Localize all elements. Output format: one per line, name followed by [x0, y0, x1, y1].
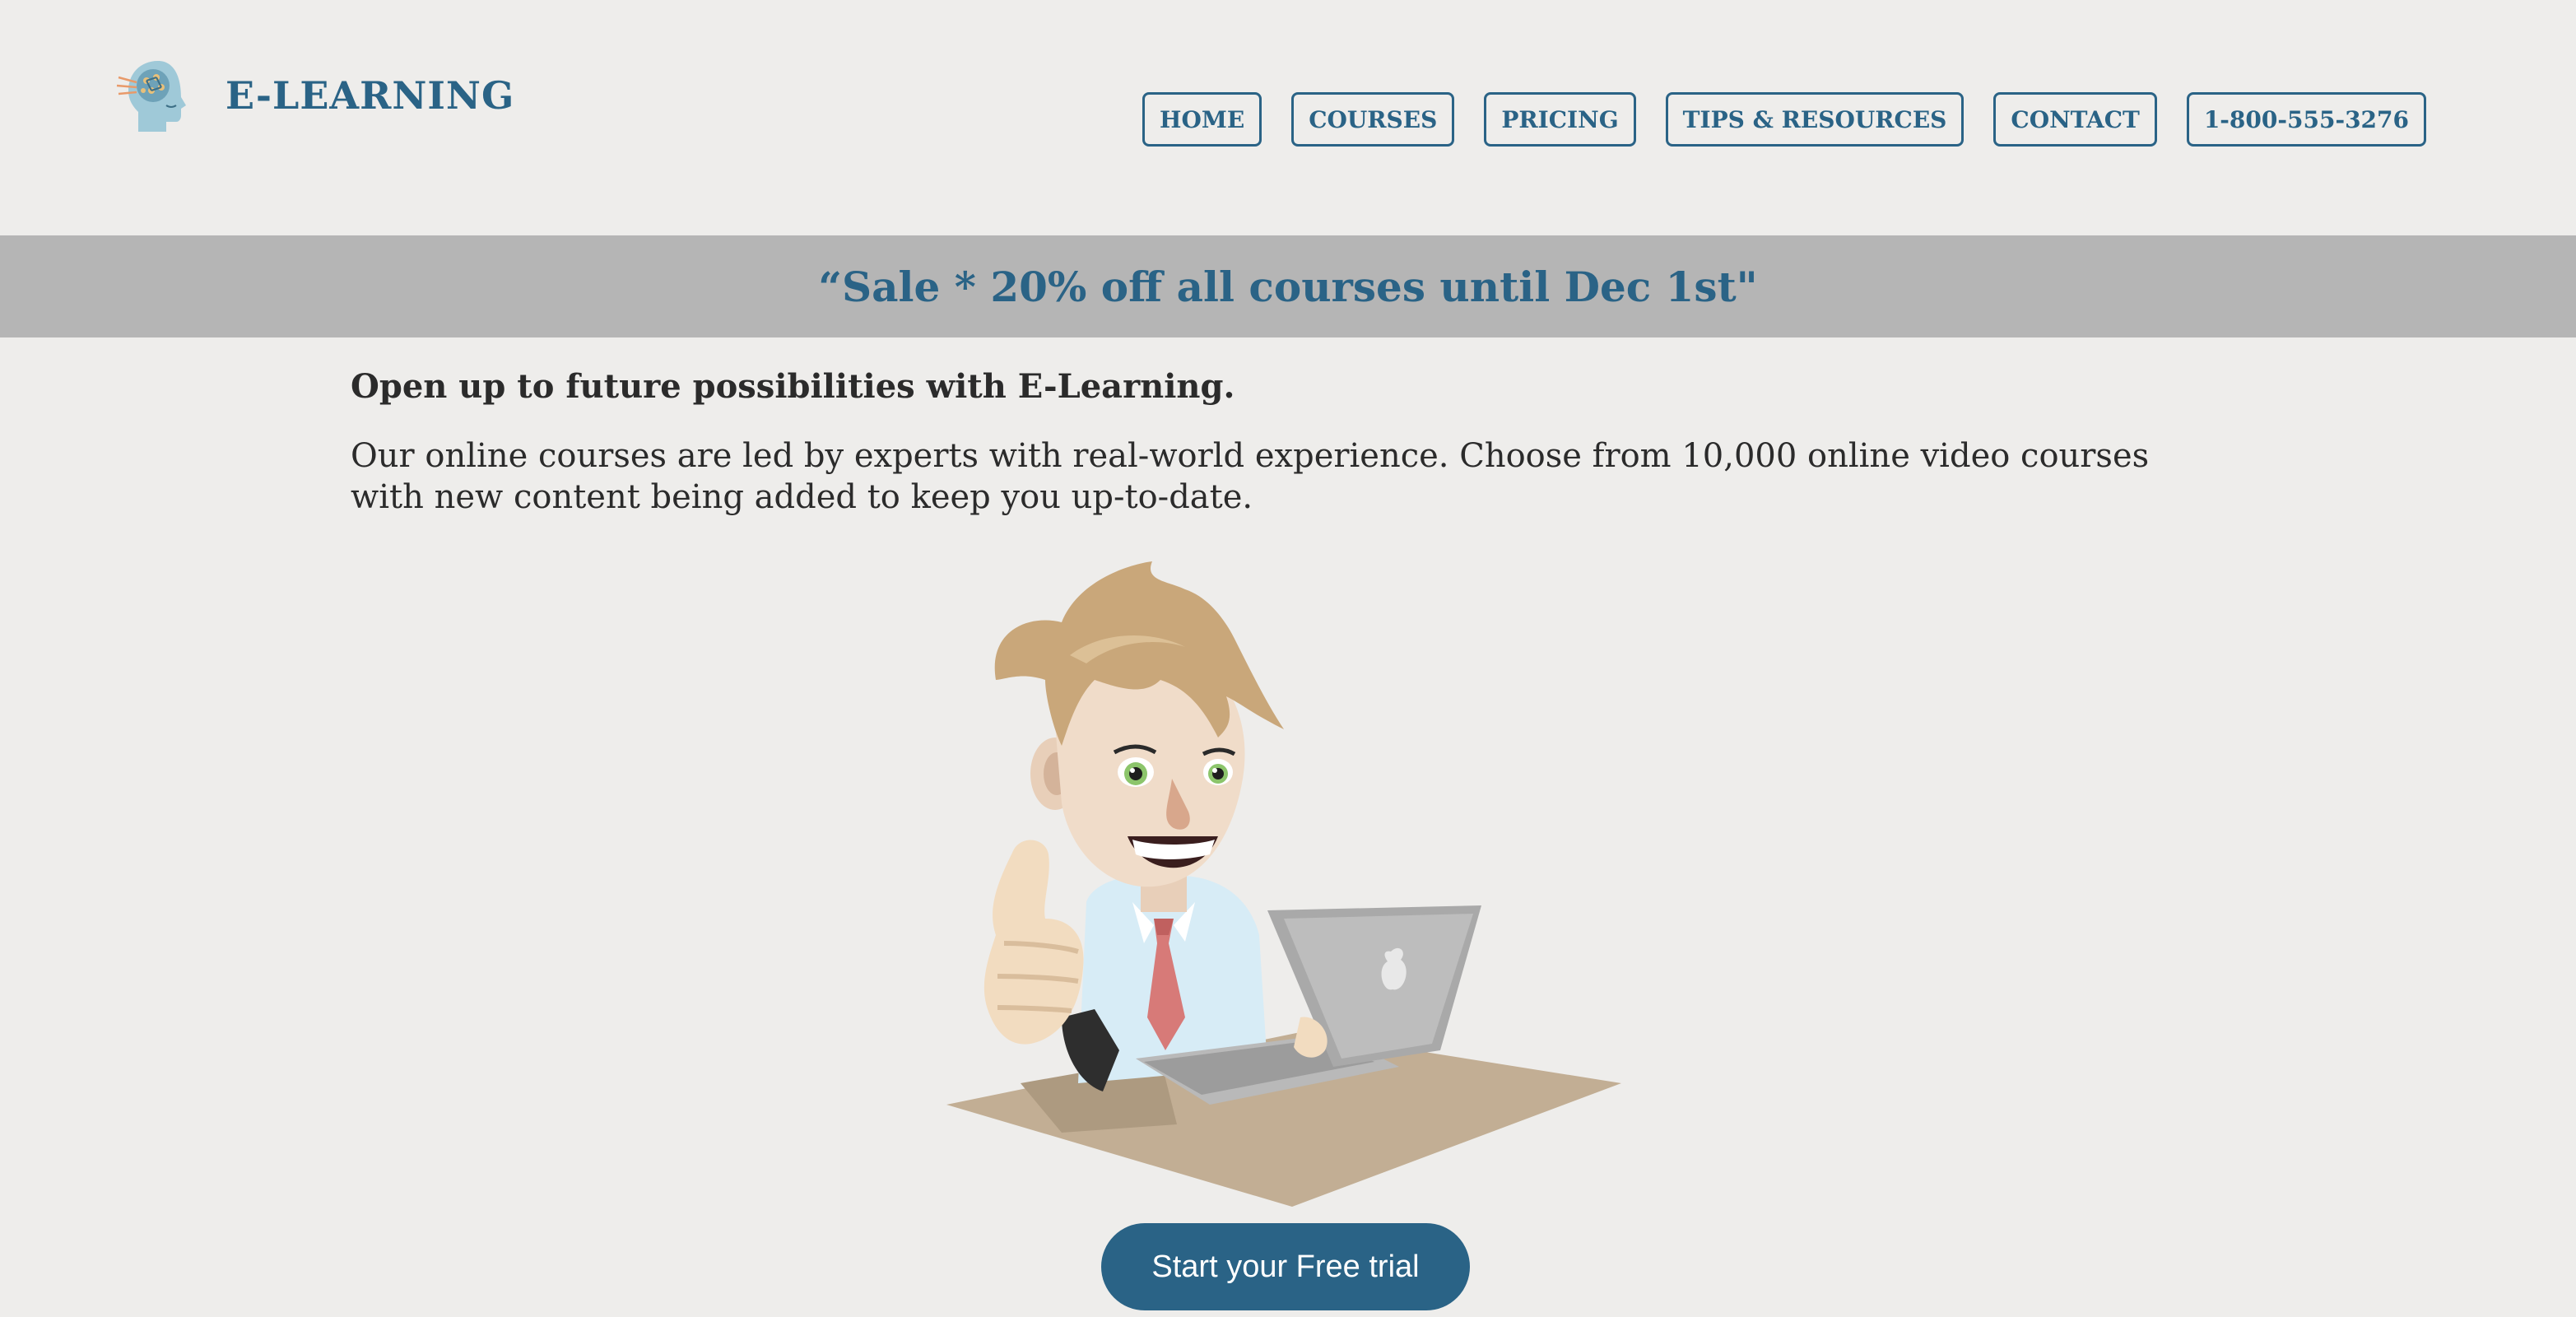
thumbs-up-hand [983, 840, 1084, 1045]
nav-courses-button[interactable]: COURSES [1291, 92, 1455, 147]
brand[interactable]: E-LEARNING [115, 54, 514, 137]
sale-banner-text: “Sale * 20% off all courses until Dec 1s… [818, 262, 1758, 311]
page: E-LEARNING HOME COURSES PRICING TIPS & R… [0, 0, 2576, 1317]
nav-home-button[interactable]: HOME [1142, 92, 1262, 147]
brand-name: E-LEARNING [226, 73, 515, 118]
main-nav: HOME COURSES PRICING TIPS & RESOURCES CO… [1142, 92, 2426, 147]
head-circuit-icon [116, 61, 186, 132]
sale-banner: “Sale * 20% off all courses until Dec 1s… [0, 235, 2576, 337]
page-headline: Open up to future possibilities with E-L… [351, 367, 1235, 406]
nav-contact-button[interactable]: CONTACT [1993, 92, 2157, 147]
nav-phone-button[interactable]: 1-800-555-3276 [2186, 92, 2426, 147]
main-content: Open up to future possibilities with E-L… [351, 367, 2244, 518]
start-free-trial-button[interactable]: Start your Free trial [1101, 1223, 1470, 1310]
cartoon-man-laptop-illustration [946, 561, 1621, 1207]
nav-pricing-button[interactable]: PRICING [1484, 92, 1636, 147]
nav-tips-resources-button[interactable]: TIPS & RESOURCES [1665, 92, 1965, 147]
page-description: Our online courses are led by experts wi… [351, 437, 2150, 516]
